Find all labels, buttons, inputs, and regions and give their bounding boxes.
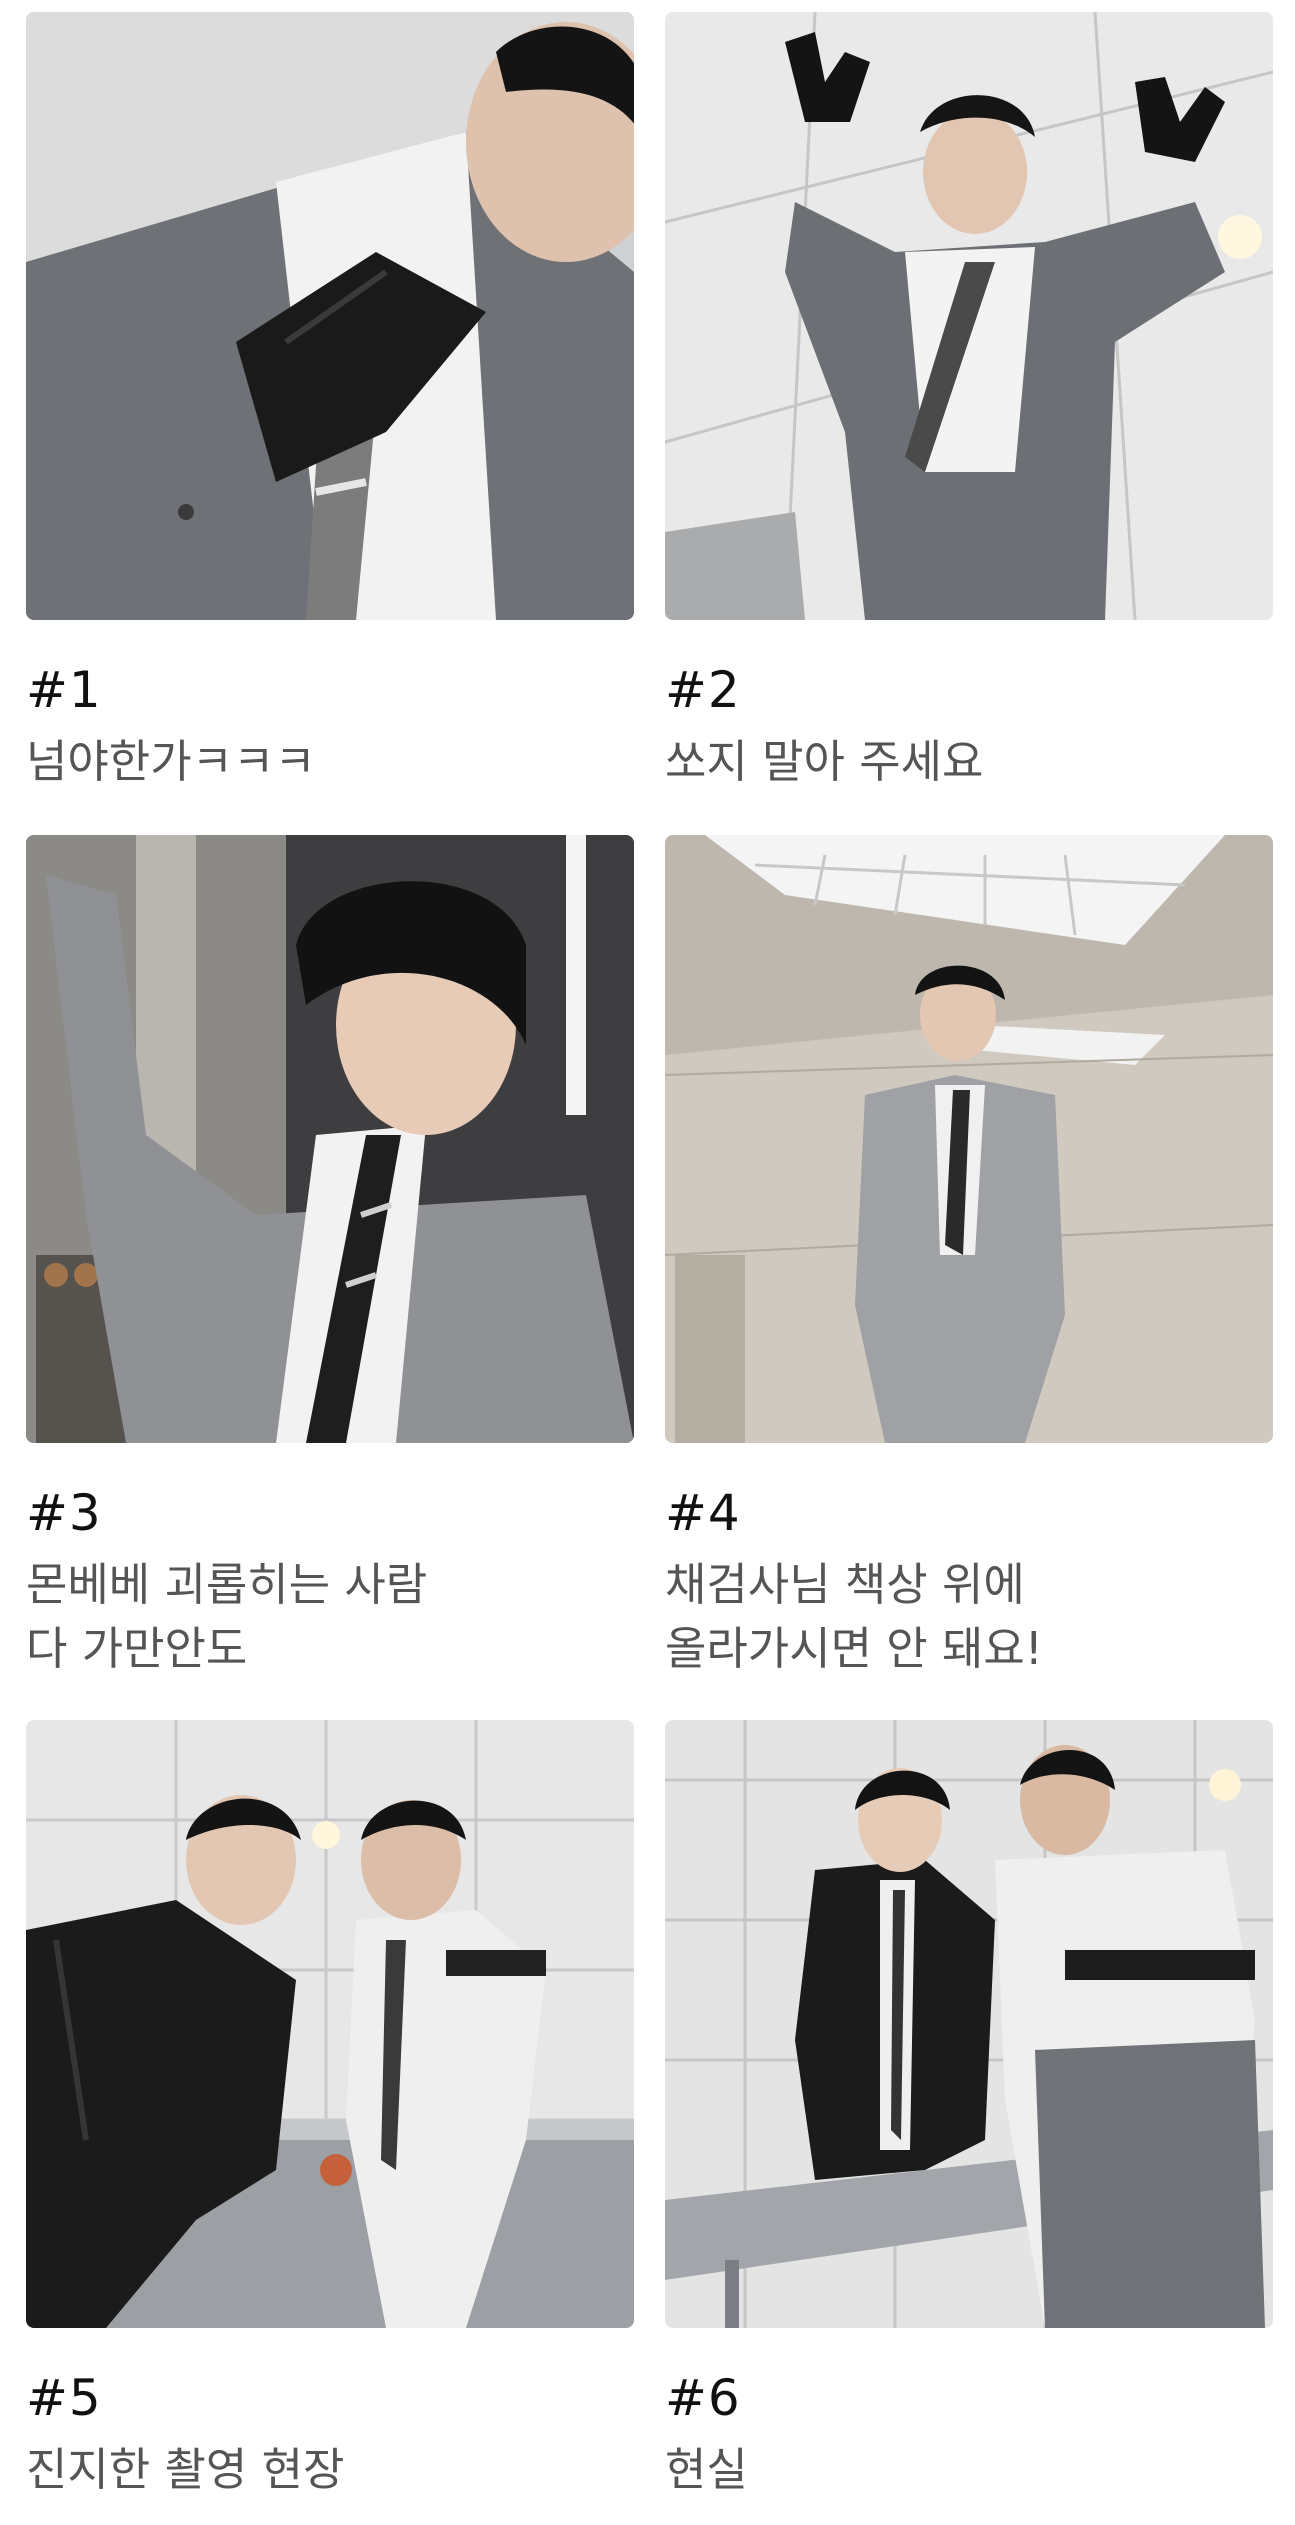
post-number: #1 xyxy=(26,661,102,719)
post-card-6[interactable]: #6 현실 xyxy=(665,1720,1273,2502)
standing-room-image xyxy=(665,835,1273,1443)
post-number: #2 xyxy=(665,661,741,719)
post-caption: 진지한 촬영 현장 xyxy=(26,2443,345,2496)
post-photo-4[interactable] xyxy=(665,835,1273,1443)
post-caption: 넘야한가ㅋㅋㅋ xyxy=(26,735,316,788)
post-photo-5[interactable] xyxy=(26,1720,634,2328)
post-card-4[interactable]: #4 채검사님 책상 위에 올라가시면 안 돼요! xyxy=(665,835,1273,1681)
post-number: #4 xyxy=(665,1484,741,1542)
post-caption: 현실 xyxy=(665,2443,748,2496)
post-card-1[interactable]: #1 넘야한가ㅋㅋㅋ xyxy=(26,12,634,794)
post-photo-3[interactable] xyxy=(26,835,634,1443)
post-number: #6 xyxy=(665,2369,741,2427)
post-caption: 채검사님 책상 위에 올라가시면 안 돼요! xyxy=(665,1558,1043,1675)
post-photo-1[interactable] xyxy=(26,12,634,620)
post-card-5[interactable]: #5 진지한 촬영 현장 xyxy=(26,1720,634,2502)
profile-window-image xyxy=(26,835,634,1443)
post-card-3[interactable]: #3 몬베베 괴롭히는 사람 다 가만안도 xyxy=(26,835,634,1681)
post-caption: 몬베베 괴롭히는 사람 다 가만안도 xyxy=(26,1558,428,1675)
post-card-2[interactable]: #2 쏘지 말아 주세요 xyxy=(665,12,1273,794)
post-photo-2[interactable] xyxy=(665,12,1273,620)
post-number: #5 xyxy=(26,2369,102,2427)
hands-up-image xyxy=(665,12,1273,620)
glove-closeup-image xyxy=(26,12,634,620)
photo-grid: #1 넘야한가ㅋㅋㅋ #2 쏘지 말아 주세요 #3 몬베베 괴롭히는 사람 다… xyxy=(0,0,1295,2525)
two-men-laughing-image xyxy=(665,1720,1273,2328)
post-photo-6[interactable] xyxy=(665,1720,1273,2328)
post-caption: 쏘지 말아 주세요 xyxy=(665,735,984,788)
two-men-table-image xyxy=(26,1720,634,2328)
post-number: #3 xyxy=(26,1484,102,1542)
